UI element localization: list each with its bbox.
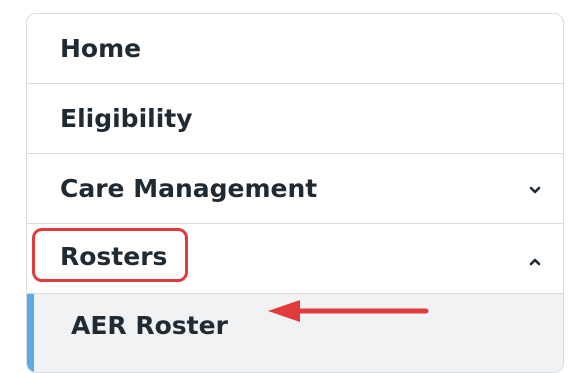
- nav-item-label: Home: [60, 34, 142, 63]
- nav-item-home[interactable]: Home: [27, 14, 563, 84]
- nav-item-eligibility[interactable]: Eligibility: [27, 84, 563, 154]
- nav-item-rosters[interactable]: Rosters: [27, 224, 563, 294]
- nav-item-label: Care Management: [60, 174, 318, 203]
- active-indicator: [27, 294, 34, 372]
- chevron-down-icon[interactable]: [527, 182, 543, 198]
- nav-item-label: Rosters: [60, 242, 168, 271]
- chevron-up-icon[interactable]: [527, 254, 543, 270]
- arrow-annotation-icon: [268, 300, 429, 322]
- nav-item-care-management[interactable]: Care Management: [27, 154, 563, 224]
- nav-subitem-label: AER Roster: [71, 311, 228, 340]
- nav-item-label: Eligibility: [60, 104, 193, 133]
